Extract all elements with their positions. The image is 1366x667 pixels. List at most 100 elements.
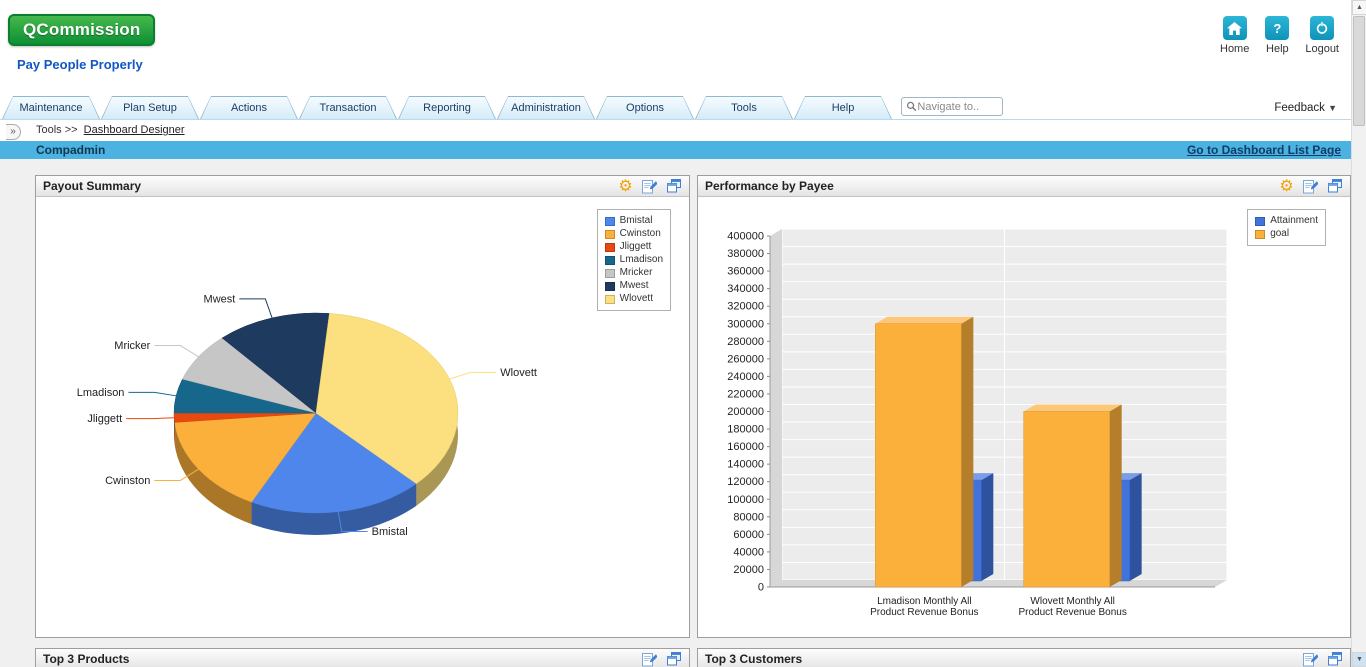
legend-swatch xyxy=(605,243,615,252)
payout-pie-chart: BmistalCwinstonJliggettLmadisonMrickerMw… xyxy=(36,197,689,637)
svg-text:Product Revenue Bonus: Product Revenue Bonus xyxy=(870,607,978,618)
tab-actions[interactable]: Actions xyxy=(200,96,298,119)
panel-header: Top 3 Customers xyxy=(698,649,1350,667)
svg-text:Product Revenue Bonus: Product Revenue Bonus xyxy=(1018,607,1126,618)
go-to-dashboard-list-link[interactable]: Go to Dashboard List Page xyxy=(1187,143,1341,157)
quick-link-label: Home xyxy=(1220,43,1249,55)
quick-link-label: Help xyxy=(1266,43,1289,55)
bar-chart-canvas: 0200004000060000800001000001200001400001… xyxy=(698,197,1350,637)
panel-header: Top 3 Products xyxy=(36,649,689,667)
svg-text:180000: 180000 xyxy=(727,424,764,436)
gear-icon[interactable]: ⚙ xyxy=(617,178,634,194)
cascade-windows-icon[interactable] xyxy=(665,178,682,194)
breadcrumb-row: » Tools >> Dashboard Designer xyxy=(0,120,1351,141)
help-button[interactable]: ? Help xyxy=(1265,16,1289,55)
legend-item: Attainment xyxy=(1255,215,1318,227)
svg-text:40000: 40000 xyxy=(733,546,764,558)
tab-label: Options xyxy=(626,102,664,114)
tab-label: Maintenance xyxy=(20,102,83,114)
svg-text:Jliggett: Jliggett xyxy=(87,413,122,425)
scrollbar-thumb[interactable] xyxy=(1353,16,1365,126)
tab-options[interactable]: Options xyxy=(596,96,694,119)
tab-reporting[interactable]: Reporting xyxy=(398,96,496,119)
search-icon xyxy=(906,100,917,113)
gear-icon[interactable]: ⚙ xyxy=(1278,178,1295,194)
cascade-windows-icon[interactable] xyxy=(665,651,682,667)
tab-label: Tools xyxy=(731,102,757,114)
tab-maintenance[interactable]: Maintenance xyxy=(2,96,100,119)
legend-label: Jliggett xyxy=(620,241,652,253)
tab-label: Help xyxy=(832,102,855,114)
tab-help[interactable]: Help xyxy=(794,96,892,119)
svg-text:360000: 360000 xyxy=(727,266,764,278)
home-icon xyxy=(1223,16,1247,40)
navigate-search-box[interactable] xyxy=(901,97,1003,116)
legend-swatch xyxy=(1255,217,1265,226)
panel-toolbar xyxy=(641,651,682,667)
svg-text:400000: 400000 xyxy=(727,231,764,243)
panel-toolbar: ⚙ xyxy=(1278,178,1343,194)
edit-dashboard-icon[interactable] xyxy=(641,178,658,194)
tab-transaction[interactable]: Transaction xyxy=(299,96,397,119)
pie-legend: BmistalCwinstonJliggettLmadisonMrickerMw… xyxy=(597,209,671,311)
breadcrumb-current-page[interactable]: Dashboard Designer xyxy=(84,124,185,136)
qcommission-logo[interactable]: QCommission xyxy=(8,14,155,46)
logo-text: QCommission xyxy=(23,20,140,39)
scroll-up-icon[interactable]: ▲ xyxy=(1352,0,1366,15)
cascade-windows-icon[interactable] xyxy=(1326,651,1343,667)
feedback-menu[interactable]: Feedback ▼ xyxy=(1274,102,1337,114)
legend-item: Mricker xyxy=(605,267,663,279)
svg-text:Bmistal: Bmistal xyxy=(372,526,408,538)
logout-button[interactable]: Logout xyxy=(1305,16,1339,55)
legend-item: Jliggett xyxy=(605,241,663,253)
bar-legend: Attainmentgoal xyxy=(1247,209,1326,246)
legend-swatch xyxy=(605,269,615,278)
logo-tagline: Pay People Properly xyxy=(17,57,143,72)
quick-link-label: Logout xyxy=(1305,43,1339,55)
panel-title: Top 3 Customers xyxy=(705,652,802,666)
dashboard-title-bar: Compadmin Go to Dashboard List Page xyxy=(0,141,1351,159)
collapse-panel-icon[interactable]: » xyxy=(6,124,21,140)
svg-text:Lmadison Monthly All: Lmadison Monthly All xyxy=(877,596,972,607)
cascade-windows-icon[interactable] xyxy=(1326,178,1343,194)
svg-text:340000: 340000 xyxy=(727,283,764,295)
quick-links: Home? Help Logout xyxy=(1220,16,1339,55)
svg-text:Lmadison: Lmadison xyxy=(77,387,125,399)
tab-label: Plan Setup xyxy=(123,102,177,114)
navigate-search-input[interactable] xyxy=(917,101,998,113)
edit-dashboard-icon[interactable] xyxy=(1302,651,1319,667)
legend-swatch xyxy=(605,295,615,304)
svg-text:0: 0 xyxy=(758,582,764,594)
svg-text:200000: 200000 xyxy=(727,406,764,418)
legend-swatch xyxy=(605,217,615,226)
scroll-down-icon[interactable]: ▼ xyxy=(1352,652,1366,667)
svg-text:80000: 80000 xyxy=(733,511,764,523)
pie-chart-canvas: BmistalCwinstonJliggettLmadisonMrickerMw… xyxy=(36,197,689,637)
svg-text:Mwest: Mwest xyxy=(204,293,236,305)
svg-text:280000: 280000 xyxy=(727,336,764,348)
vertical-scrollbar[interactable]: ▲ ▼ xyxy=(1351,0,1366,667)
panel-performance-by-payee: Performance by Payee ⚙ 02000040000600008… xyxy=(697,175,1351,638)
svg-text:320000: 320000 xyxy=(727,301,764,313)
edit-dashboard-icon[interactable] xyxy=(1302,178,1319,194)
home-button[interactable]: Home xyxy=(1220,16,1249,55)
tab-administration[interactable]: Administration xyxy=(497,96,595,119)
breadcrumb-trail: Tools >> xyxy=(36,124,78,136)
legend-swatch xyxy=(1255,230,1265,239)
edit-dashboard-icon[interactable] xyxy=(641,651,658,667)
tab-tools[interactable]: Tools xyxy=(695,96,793,119)
tab-plan-setup[interactable]: Plan Setup xyxy=(101,96,199,119)
svg-text:160000: 160000 xyxy=(727,441,764,453)
legend-swatch xyxy=(605,256,615,265)
help-icon: ? xyxy=(1265,16,1289,40)
tab-label: Transaction xyxy=(319,102,376,114)
legend-swatch xyxy=(605,282,615,291)
performance-bar-chart: 0200004000060000800001000001200001400001… xyxy=(698,197,1350,637)
svg-text:Wlovett: Wlovett xyxy=(500,367,537,379)
panel-toolbar: ⚙ xyxy=(617,178,682,194)
nav-tabs: Maintenance Plan Setup Actions Transaction R… xyxy=(2,93,893,119)
svg-text:Mricker: Mricker xyxy=(114,340,150,352)
app-header: QCommission Pay People Properly Home? Hel… xyxy=(0,0,1351,93)
panel-toolbar xyxy=(1302,651,1343,667)
legend-item: goal xyxy=(1255,228,1318,240)
